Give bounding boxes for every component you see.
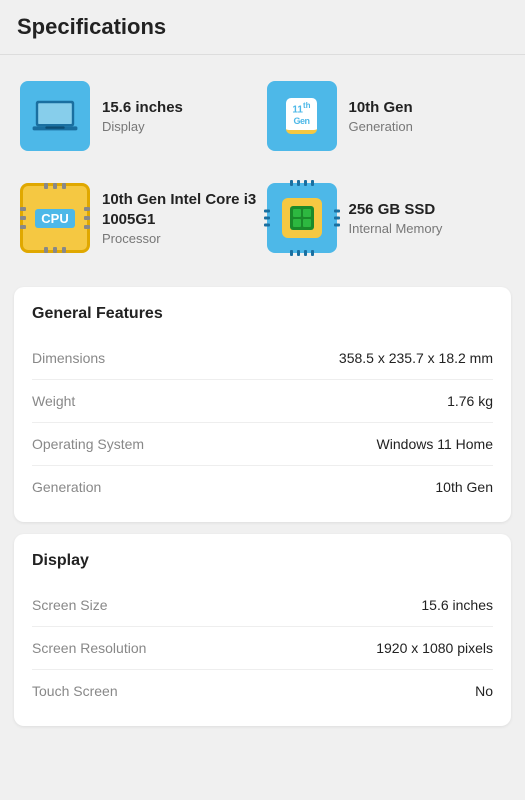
spec-label: Operating System xyxy=(32,436,263,452)
spec-icon-value-memory: 256 GB SSD xyxy=(349,200,443,220)
spec-label: Screen Resolution xyxy=(32,640,263,656)
spec-icon-label-memory: Internal Memory xyxy=(349,221,443,236)
spec-label: Dimensions xyxy=(32,350,263,366)
specs-icons-grid: 15.6 inches Display 11th Gen 10th Gen Ge… xyxy=(0,55,525,279)
spec-icon-value-generation: 10th Gen xyxy=(349,98,413,118)
spec-label: Weight xyxy=(32,393,263,409)
spec-row: Weight 1.76 kg xyxy=(32,379,493,422)
spec-value: 15.6 inches xyxy=(263,597,494,613)
spec-icon-text-memory: 256 GB SSD Internal Memory xyxy=(349,200,443,237)
spec-icon-label-processor: Processor xyxy=(102,231,259,246)
spec-icon-display: 15.6 inches Display xyxy=(20,71,259,161)
spec-label: Touch Screen xyxy=(32,683,263,699)
section-title-display: Display xyxy=(32,552,493,570)
spec-label: Generation xyxy=(32,479,263,495)
page-title: Specifications xyxy=(17,14,508,40)
spec-icon-text-display: 15.6 inches Display xyxy=(102,98,183,135)
spec-icon-text-processor: 10th Gen Intel Core i3 1005G1 Processor xyxy=(102,190,259,246)
spec-row: Screen Size 15.6 inches xyxy=(32,584,493,626)
spec-row: Dimensions 358.5 x 235.7 x 18.2 mm xyxy=(32,337,493,379)
spec-row: Screen Resolution 1920 x 1080 pixels xyxy=(32,626,493,669)
spec-icon-value-display: 15.6 inches xyxy=(102,98,183,118)
spec-value: 1920 x 1080 pixels xyxy=(263,640,494,656)
spec-icon-label-display: Display xyxy=(102,119,183,134)
spec-value: Windows 11 Home xyxy=(263,436,494,452)
spec-row: Operating System Windows 11 Home xyxy=(32,422,493,465)
spec-icon-text-generation: 10th Gen Generation xyxy=(349,98,413,135)
spec-row: Generation 10th Gen xyxy=(32,465,493,508)
spec-value: No xyxy=(263,683,494,699)
spec-row: Touch Screen No xyxy=(32,669,493,712)
spec-value: 358.5 x 235.7 x 18.2 mm xyxy=(263,350,494,366)
header: Specifications xyxy=(0,0,525,55)
spec-icon-value-processor: 10th Gen Intel Core i3 1005G1 xyxy=(102,190,259,229)
spec-icon-label-generation: Generation xyxy=(349,119,413,134)
section-general: General Features Dimensions 358.5 x 235.… xyxy=(14,287,511,522)
spec-label: Screen Size xyxy=(32,597,263,613)
section-title-general: General Features xyxy=(32,305,493,323)
spec-icon-processor: CPU 10th Gen Intel Core i3 1005G1 Proces… xyxy=(20,173,259,263)
spec-value: 1.76 kg xyxy=(263,393,494,409)
spec-icon-generation: 11th Gen 10th Gen Generation xyxy=(267,71,506,161)
spec-icon-memory: 256 GB SSD Internal Memory xyxy=(267,173,506,263)
section-display: Display Screen Size 15.6 inches Screen R… xyxy=(14,534,511,726)
spec-value: 10th Gen xyxy=(263,479,494,495)
